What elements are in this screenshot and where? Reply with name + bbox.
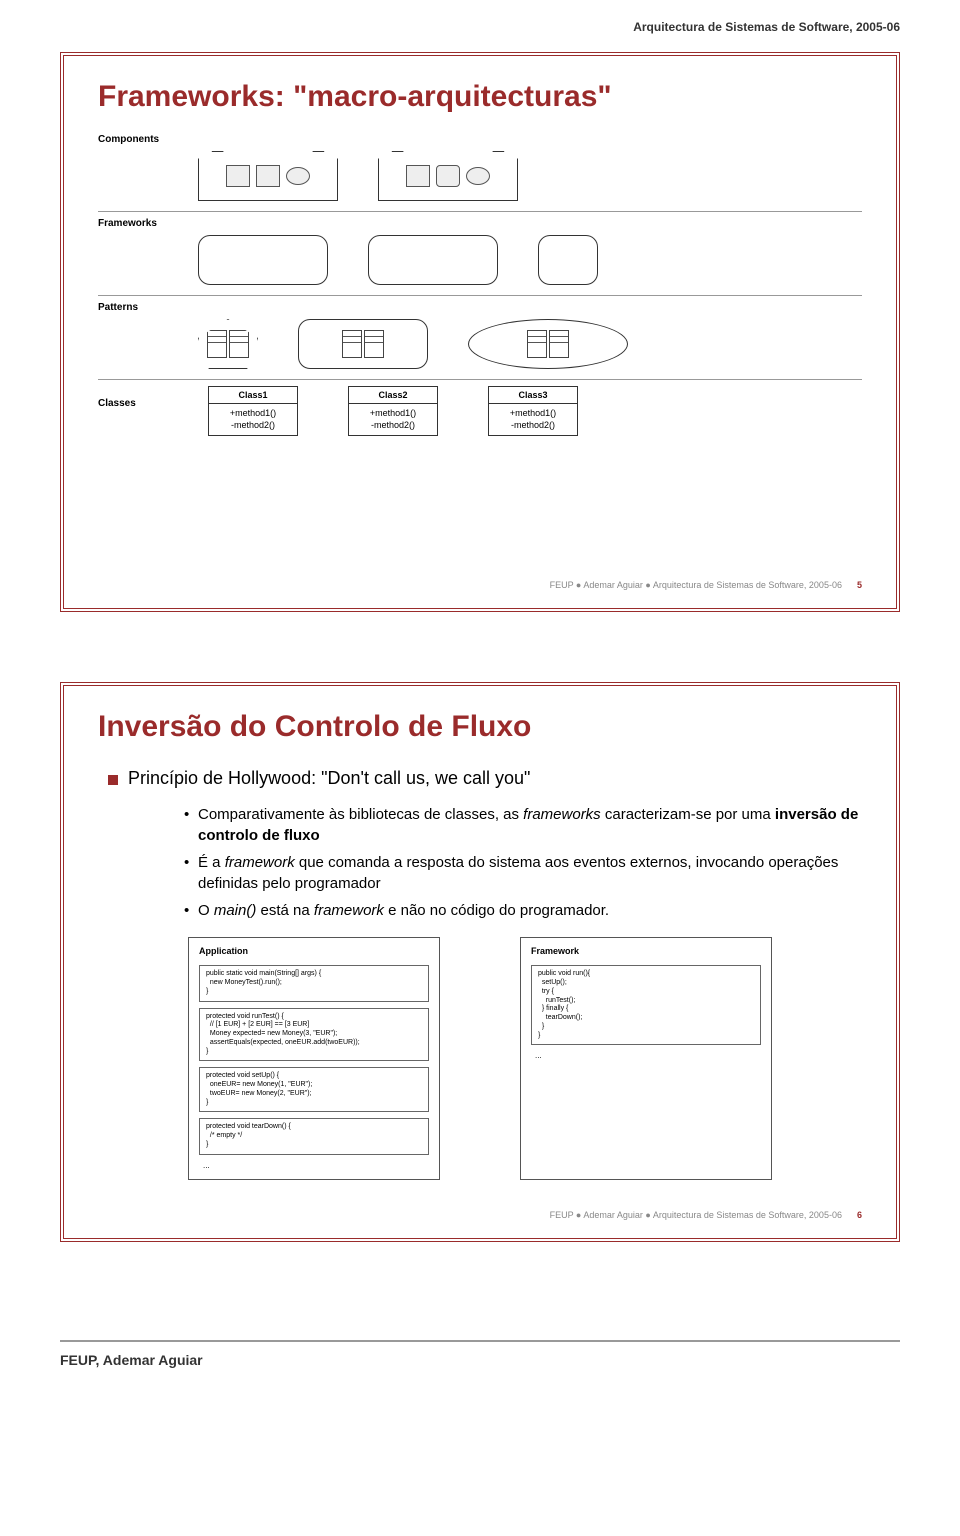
code-block: protected void setUp() { oneEUR= new Mon… xyxy=(199,1067,429,1112)
pattern-shape xyxy=(298,319,428,369)
class-method: -method2() xyxy=(211,420,295,432)
framework-shape xyxy=(368,235,498,285)
framework-box: Framework public void run(){ setUp(); tr… xyxy=(520,937,772,1180)
classes-row: Classes Class1 +method1() -method2() Cla… xyxy=(98,386,862,436)
ellipsis: ... xyxy=(199,1161,429,1171)
class-name: Class2 xyxy=(349,387,437,404)
footer-page-number: 6 xyxy=(857,1210,862,1220)
application-box: Application public static void main(Stri… xyxy=(188,937,440,1180)
pattern-shape xyxy=(468,319,628,369)
pattern-shape xyxy=(198,319,258,369)
footer-prefix: FEUP xyxy=(550,1210,574,1220)
component-shape xyxy=(198,151,338,201)
sub-bullets: Comparativamente às bibliotecas de class… xyxy=(144,804,862,921)
row-label-frameworks: Frameworks xyxy=(98,218,862,229)
frameworks-row xyxy=(98,233,862,287)
slide2-title: Inversão do Controlo de Fluxo xyxy=(98,710,862,744)
slide-2: Inversão do Controlo de Fluxo Princípio … xyxy=(60,682,900,1242)
footer-prefix: FEUP xyxy=(550,580,574,590)
slide1-title: Frameworks: "macro-arquitecturas" xyxy=(98,80,862,114)
sub-bullet: Comparativamente às bibliotecas de class… xyxy=(184,804,862,846)
class-method: -method2() xyxy=(351,420,435,432)
lead-bullet-text: Princípio de Hollywood: "Don't call us, … xyxy=(128,768,530,789)
lead-bullet: Princípio de Hollywood: "Don't call us, … xyxy=(108,768,862,789)
class-method: +method1() xyxy=(211,408,295,420)
class-box: Class2 +method1() -method2() xyxy=(348,386,438,436)
class-method: +method1() xyxy=(491,408,575,420)
row-label-classes: Classes xyxy=(98,386,158,409)
slide2-footer: FEUP ● Ademar Aguiar ● Arquitectura de S… xyxy=(98,1210,862,1220)
row-label-components: Components xyxy=(98,134,862,145)
footer-author: Ademar Aguiar ● Arquitectura de Sistemas… xyxy=(583,580,842,590)
code-block: protected void tearDown() { /* empty */ … xyxy=(199,1118,429,1154)
framework-shape xyxy=(198,235,328,285)
application-label: Application xyxy=(199,946,429,957)
slide1-body: Components Frameworks xyxy=(98,128,862,566)
sub-bullet: É a framework que comanda a resposta do … xyxy=(184,852,862,894)
code-block: public static void main(String[] args) {… xyxy=(199,965,429,1001)
class-box: Class1 +method1() -method2() xyxy=(208,386,298,436)
framework-label: Framework xyxy=(531,946,761,957)
code-diagram: Application public static void main(Stri… xyxy=(98,937,862,1180)
code-block: public void run(){ setUp(); try { runTes… xyxy=(531,965,761,1045)
component-shape xyxy=(378,151,518,201)
slide1-footer: FEUP ● Ademar Aguiar ● Arquitectura de S… xyxy=(98,580,862,590)
slide-1: Frameworks: "macro-arquitecturas" Compon… xyxy=(60,52,900,612)
framework-shape xyxy=(538,235,598,285)
code-block: protected void runTest() { // [1 EUR] + … xyxy=(199,1008,429,1062)
page-header: Arquitectura de Sistemas de Software, 20… xyxy=(60,20,900,34)
page-footer: FEUP, Ademar Aguiar xyxy=(60,1352,900,1368)
class-box: Class3 +method1() -method2() xyxy=(488,386,578,436)
class-method: +method1() xyxy=(351,408,435,420)
bullet-square-icon xyxy=(108,775,118,785)
row-label-patterns: Patterns xyxy=(98,302,862,313)
components-row xyxy=(98,149,862,203)
patterns-row xyxy=(98,317,862,371)
page: Arquitectura de Sistemas de Software, 20… xyxy=(0,0,960,1340)
sub-bullet: O main() está na framework e não no códi… xyxy=(184,900,862,921)
slide2-body: Princípio de Hollywood: "Don't call us, … xyxy=(98,758,862,1196)
class-method: -method2() xyxy=(491,420,575,432)
class-name: Class1 xyxy=(209,387,297,404)
footer-author: Ademar Aguiar ● Arquitectura de Sistemas… xyxy=(583,1210,842,1220)
footer-rule xyxy=(60,1340,900,1342)
footer-page-number: 5 xyxy=(857,580,862,590)
class-name: Class3 xyxy=(489,387,577,404)
ellipsis: ... xyxy=(531,1051,761,1061)
